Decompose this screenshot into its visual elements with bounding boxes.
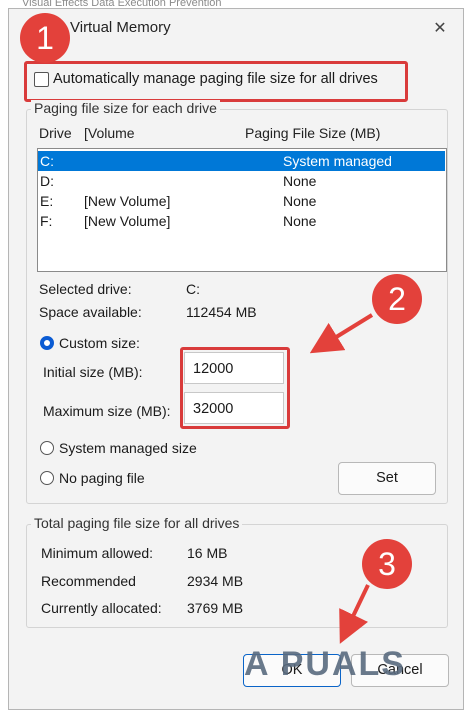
arrow-2-icon xyxy=(309,313,374,354)
arrow-3-icon xyxy=(339,584,370,644)
annotation-arrows xyxy=(309,313,374,644)
